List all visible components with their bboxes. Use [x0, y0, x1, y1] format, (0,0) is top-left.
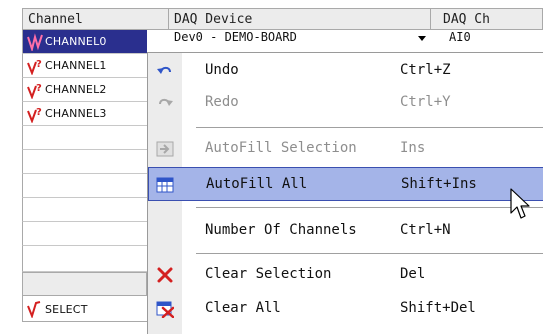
channel-name: CHANNEL3	[45, 107, 107, 120]
menu-item-shortcut: Shift+Del	[400, 300, 476, 316]
undo-icon	[157, 66, 171, 74]
menu-item-shortcut: Ins	[400, 140, 426, 156]
menu-separator	[196, 127, 543, 128]
menu-item-label: Clear Selection	[205, 266, 332, 282]
svg-text:?: ?	[36, 83, 42, 94]
table-row-channel0[interactable]: CHANNEL0	[22, 30, 147, 54]
dropdown-arrow-icon[interactable]	[418, 36, 426, 41]
menu-item-number-of-channels[interactable]: Number Of Channels Ctrl+N	[148, 215, 543, 247]
column-header-daq-channel[interactable]: DAQ Ch	[431, 8, 543, 30]
menu-item-undo[interactable]: Undo Ctrl+Z	[148, 55, 543, 87]
menu-item-clear-all[interactable]: Clear All Shift+Del	[148, 293, 543, 325]
menu-item-shortcut: Ctrl+N	[400, 222, 451, 238]
table-row-empty[interactable]	[22, 126, 147, 150]
table-row-select[interactable]: SELECT	[22, 296, 147, 322]
menu-item-shortcut: Shift+Ins	[401, 176, 477, 192]
table-row-channel1[interactable]: ? CHANNEL1	[22, 54, 147, 78]
select-label: SELECT	[45, 303, 88, 316]
menu-item-label: AutoFill Selection	[205, 140, 357, 156]
table-row-empty[interactable]	[22, 246, 147, 272]
clear-selection-icon	[157, 267, 173, 283]
menu-item-clear-selection[interactable]: Clear Selection Del	[148, 259, 543, 291]
menu-item-shortcut: Ctrl+Y	[400, 94, 451, 110]
channel-signal-unknown-icon: ?	[27, 59, 42, 75]
table-row-channel3[interactable]: ? CHANNEL3	[22, 102, 147, 126]
channel-name: CHANNEL2	[45, 83, 107, 96]
menu-item-label: Undo	[205, 62, 239, 78]
clear-all-icon	[156, 301, 174, 318]
menu-item-label: AutoFill All	[206, 176, 308, 192]
mouse-pointer-icon	[510, 188, 530, 219]
daq-channel-cell[interactable]: AI0	[431, 30, 543, 46]
menu-item-shortcut: Ctrl+Z	[400, 62, 451, 78]
channel-name: CHANNEL1	[45, 59, 107, 72]
channel-signal-icon	[27, 33, 43, 51]
menu-item-shortcut: Del	[400, 266, 426, 282]
daq-device-cell[interactable]: Dev0 - DEMO-BOARD	[169, 30, 431, 46]
menu-separator	[196, 253, 543, 254]
channel-signal-unknown-icon: ?	[27, 83, 42, 99]
menu-item-label: Redo	[205, 94, 239, 110]
channel-signal-unknown-icon: ?	[27, 107, 42, 123]
channel-signal-icon	[27, 301, 41, 318]
svg-text:?: ?	[36, 59, 42, 70]
table-row-empty[interactable]	[22, 222, 147, 246]
table-row-channel2[interactable]: ? CHANNEL2	[22, 78, 147, 102]
menu-item-autofill-all[interactable]: AutoFill All Shift+Ins	[148, 167, 543, 201]
redo-icon	[159, 98, 173, 106]
column-header-daq-device[interactable]: DAQ Device	[169, 8, 431, 30]
svg-text:?: ?	[36, 107, 42, 118]
column-header-channel[interactable]: Channel	[22, 8, 169, 30]
menu-item-autofill-selection[interactable]: AutoFill Selection Ins	[148, 133, 543, 165]
menu-item-label: Number Of Channels	[205, 222, 357, 238]
autofill-all-icon	[156, 177, 174, 193]
menu-item-label: Clear All	[205, 300, 281, 316]
table-row-empty[interactable]	[22, 150, 147, 174]
context-menu: Undo Ctrl+Z Redo Ctrl+Y AutoFill Selecti…	[147, 52, 543, 334]
secondary-grid-header	[22, 272, 147, 296]
table-row-empty[interactable]	[22, 174, 147, 198]
table-row-empty[interactable]	[22, 198, 147, 222]
menu-item-redo[interactable]: Redo Ctrl+Y	[148, 87, 543, 119]
menu-separator	[196, 207, 543, 208]
autofill-selection-icon	[156, 141, 174, 157]
channel-name: CHANNEL0	[45, 35, 107, 48]
